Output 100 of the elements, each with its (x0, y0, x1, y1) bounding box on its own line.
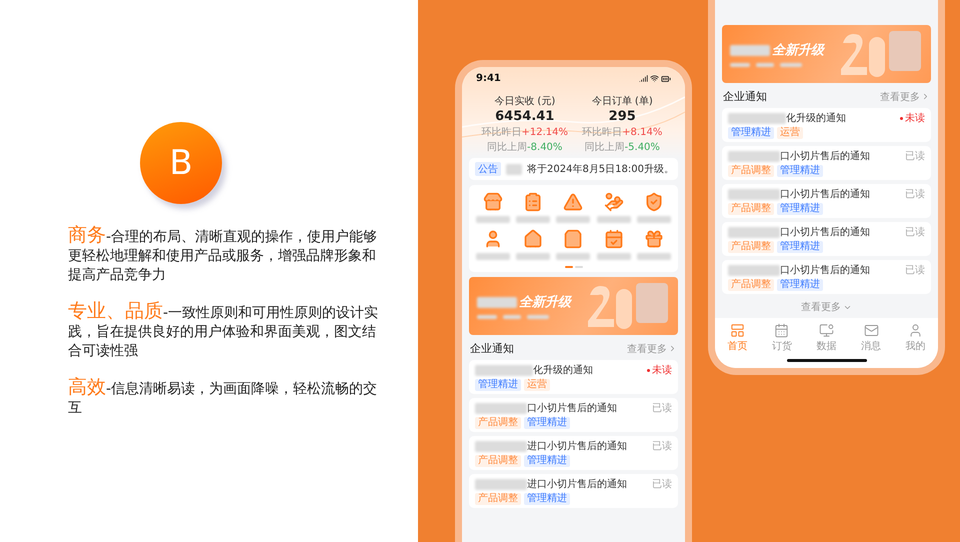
chevron-right-icon (668, 344, 677, 353)
read-status: 已读 (905, 188, 925, 201)
calendar-icon[interactable] (604, 229, 624, 249)
notice-tag: 产品调整 (728, 203, 774, 215)
shield-icon[interactable] (644, 192, 664, 212)
signal-icon (639, 74, 648, 82)
read-status: 已读 (905, 150, 925, 163)
notice-tag: 管理精进 (777, 279, 823, 291)
gift-icon[interactable] (644, 229, 664, 249)
person-icon (908, 323, 924, 338)
blurred-text (730, 44, 770, 56)
calendar-icon (774, 323, 790, 338)
announcement-bar[interactable]: 公告 将于2024年8月5日18:00升级。 (469, 158, 678, 180)
blurred-text (527, 315, 549, 319)
wifi-icon (650, 74, 659, 82)
coin-hand-icon[interactable] (604, 192, 624, 212)
blurred-text (476, 253, 510, 260)
blurred-text (475, 402, 527, 414)
point-paragraph: 专业、品质-一致性原则和可用性原则的设计实践，旨在提供良好的用户体验和界面美观，图文结合可读性强 (68, 302, 380, 360)
notice-tag: 运营 (777, 127, 803, 139)
read-status: 已读 (905, 264, 925, 277)
monitor-icon (818, 323, 834, 338)
notice-title: 进口小切片售后的通知 (527, 440, 627, 453)
notice-card[interactable]: 口小切片售后的通知 已读 产品调整 管理精进 (722, 260, 931, 294)
notice-title: 口小切片售后的通知 (527, 402, 617, 415)
blurred-text (728, 264, 780, 276)
notice-tag: 运营 (524, 379, 550, 391)
notice-card[interactable]: 进口小切片售后的通知 已读 产品调整 管理精进 (469, 436, 678, 470)
notice-title: 口小切片售后的通知 (780, 264, 870, 277)
stat-comparison: 环比昨日+8.14% (582, 126, 662, 139)
notice-title: 化升级的通知 (786, 112, 846, 125)
letter-badge: B (140, 122, 222, 204)
notice-card[interactable]: 口小切片售后的通知 已读 产品调整 管理精进 (722, 222, 931, 256)
read-status: 已读 (652, 402, 672, 415)
notice-card[interactable]: 进口小切片售后的通知 已读 产品调整 管理精进 (469, 474, 678, 508)
read-status: 未读 (647, 363, 672, 377)
read-status: 已读 (652, 478, 672, 491)
announcement-tag: 公告 (475, 162, 501, 176)
store-icon[interactable] (483, 192, 504, 212)
notice-tag: 管理精进 (728, 127, 774, 139)
blurred-text (636, 216, 671, 223)
blurred-text (477, 296, 517, 308)
notice-tag: 产品调整 (728, 165, 774, 177)
blurred-text (636, 253, 671, 260)
notice-tag: 管理精进 (524, 455, 570, 467)
notice-tag: 管理精进 (777, 203, 823, 215)
notice-card[interactable]: 化升级的通知 未读 管理精进 运营 (722, 108, 931, 142)
stat-comparison: 同比上周-8.40% (487, 140, 562, 154)
notice-tag: 管理精进 (524, 417, 570, 429)
notice-card[interactable]: 口小切片售后的通知 已读 产品调整 管理精进 (722, 184, 931, 218)
chevron-right-icon (921, 92, 930, 101)
notice-tag: 产品调整 (475, 455, 521, 467)
read-status: 未读 (900, 111, 925, 125)
blurred-text (516, 216, 550, 223)
notice-card[interactable]: 口小切片售后的通知 已读 产品调整 管理精进 (722, 146, 931, 180)
notice-card[interactable]: 口小切片售后的通知 已读 产品调整 管理精进 (469, 398, 678, 432)
blurred-text (728, 226, 780, 238)
blurred-text (556, 253, 590, 260)
page-indicator (564, 266, 582, 268)
blurred-text (503, 315, 521, 319)
stat-value: 295 (608, 109, 636, 124)
mail-icon (864, 323, 879, 338)
banner-title: 全新升级 (519, 294, 571, 311)
notice-tag: 管理精进 (475, 379, 521, 391)
dashboard-icon (730, 323, 745, 338)
blurred-text (728, 188, 780, 200)
notice-title: 化升级的通知 (533, 364, 593, 377)
blurred-text (506, 164, 522, 174)
notice-card[interactable]: 化升级的通知 未读 管理精进 运营 (469, 360, 678, 394)
blurred-text (756, 63, 774, 67)
blurred-text (475, 364, 533, 376)
blurred-text (475, 440, 527, 452)
point-paragraph: 高效-信息清晰易读，为画面降噪，轻松流畅的交互 (68, 378, 378, 417)
stat-label: 今日实收 (元) (494, 94, 556, 108)
status-time: 9:41 (476, 73, 501, 84)
point-paragraph: 商务-合理的布局、清晰直观的操作，使用户能够更轻松地理解和使用产品或服务，增强品牌形象和提高产品竞争力 (68, 226, 378, 284)
stat-comparison: 环比昨日+12.14% (481, 126, 568, 139)
stat-label: 今日订单 (单) (592, 94, 653, 108)
blurred-text (516, 253, 550, 260)
blurred-text (780, 63, 802, 67)
stat-value: 6454.41 (495, 109, 554, 124)
notice-title: 口小切片售后的通知 (780, 150, 870, 163)
blurred-text (728, 112, 786, 124)
house-icon[interactable] (523, 229, 544, 249)
notice-tag: 管理精进 (524, 493, 570, 505)
blurred-text (476, 216, 510, 223)
notice-tag: 产品调整 (475, 493, 521, 505)
banner-title: 全新升级 (772, 42, 824, 59)
notice-title: 口小切片售后的通知 (780, 188, 870, 201)
blurred-text (728, 150, 780, 162)
notice-tag: 产品调整 (728, 241, 774, 253)
clipboard-icon[interactable] (523, 192, 544, 212)
warning-icon[interactable] (563, 192, 584, 212)
notice-tag: 产品调整 (475, 417, 521, 429)
blurred-text (596, 216, 631, 223)
stat-comparison: 同比上周-5.40% (584, 140, 660, 154)
notice-tag: 管理精进 (777, 241, 823, 253)
read-status: 已读 (652, 440, 672, 453)
read-status: 已读 (905, 226, 925, 239)
notice-title: 口小切片售后的通知 (780, 226, 870, 239)
